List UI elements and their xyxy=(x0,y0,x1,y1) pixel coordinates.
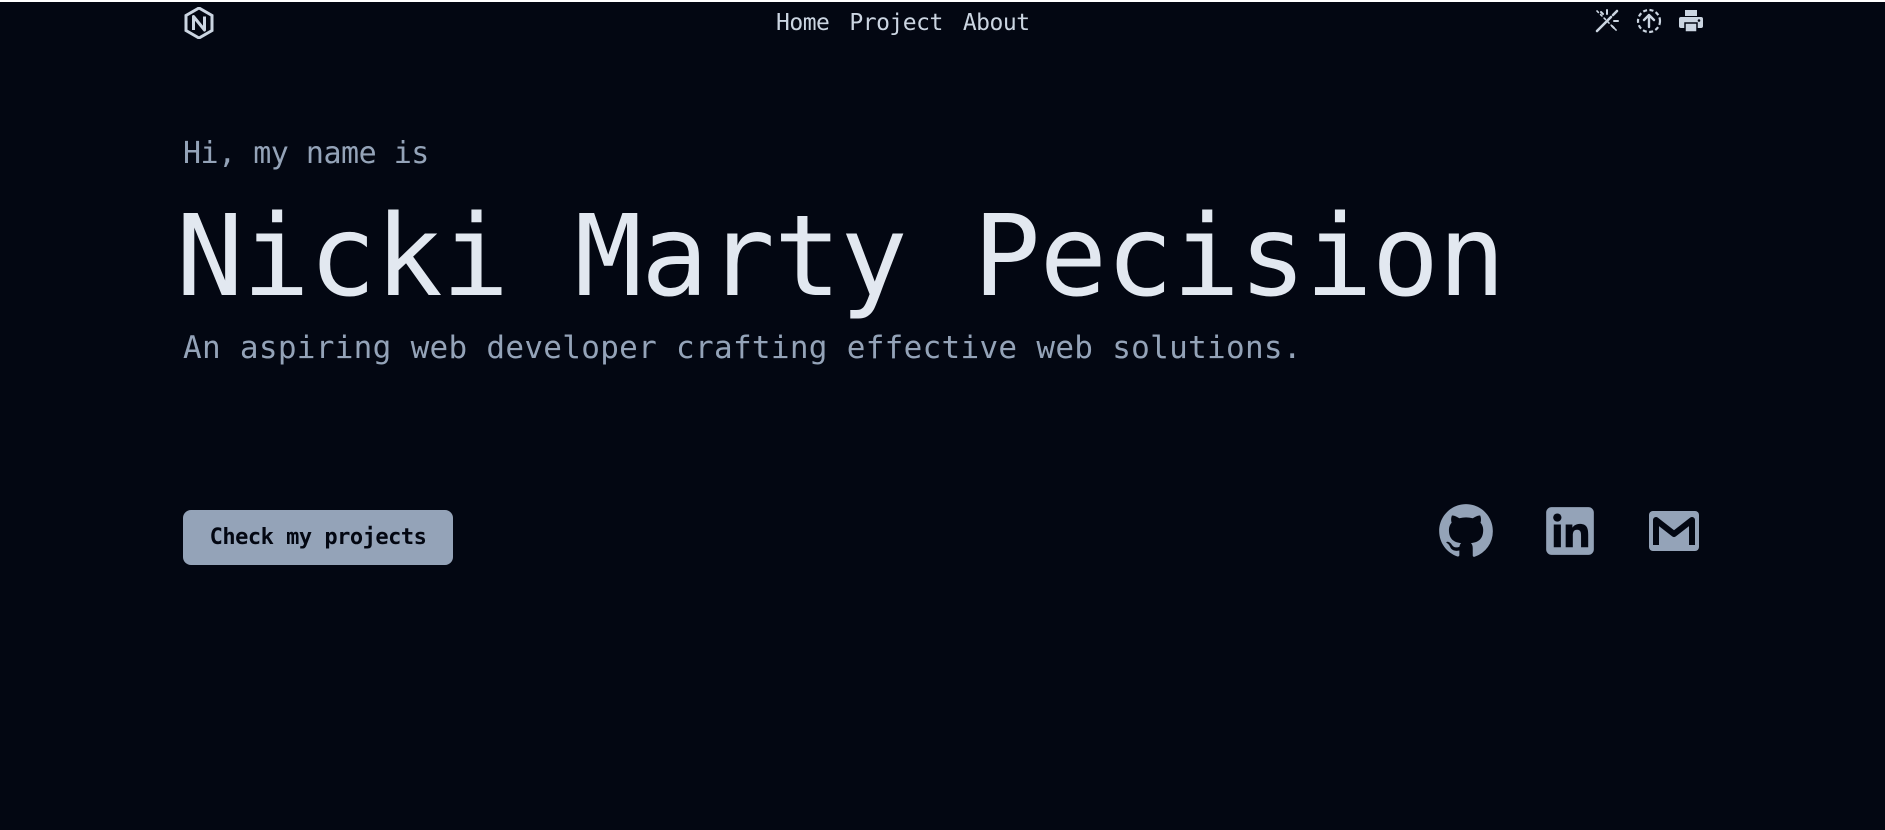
gmail-icon[interactable] xyxy=(1646,503,1702,559)
scroll-up-icon[interactable] xyxy=(1634,6,1664,36)
nav-about-link[interactable]: About xyxy=(963,8,1030,38)
n-logo-icon[interactable] xyxy=(184,7,214,39)
nav-home-link[interactable]: Home xyxy=(776,8,830,38)
header-tools xyxy=(1592,6,1706,36)
github-icon[interactable] xyxy=(1438,503,1494,559)
top-border xyxy=(0,0,1885,2)
hero-tagline: An aspiring web developer crafting effec… xyxy=(183,330,1302,366)
linkedin-icon[interactable] xyxy=(1542,503,1598,559)
print-icon[interactable] xyxy=(1676,6,1706,36)
social-links xyxy=(1438,503,1702,559)
theme-toggle-icon[interactable] xyxy=(1592,6,1622,36)
hero-name: Nicki Marty Pecision xyxy=(176,192,1506,322)
nav-project-link[interactable]: Project xyxy=(849,8,943,38)
main-nav: Home Project About xyxy=(776,8,1030,38)
hero-greeting: Hi, my name is xyxy=(183,136,429,171)
check-projects-button[interactable]: Check my projects xyxy=(183,510,453,565)
